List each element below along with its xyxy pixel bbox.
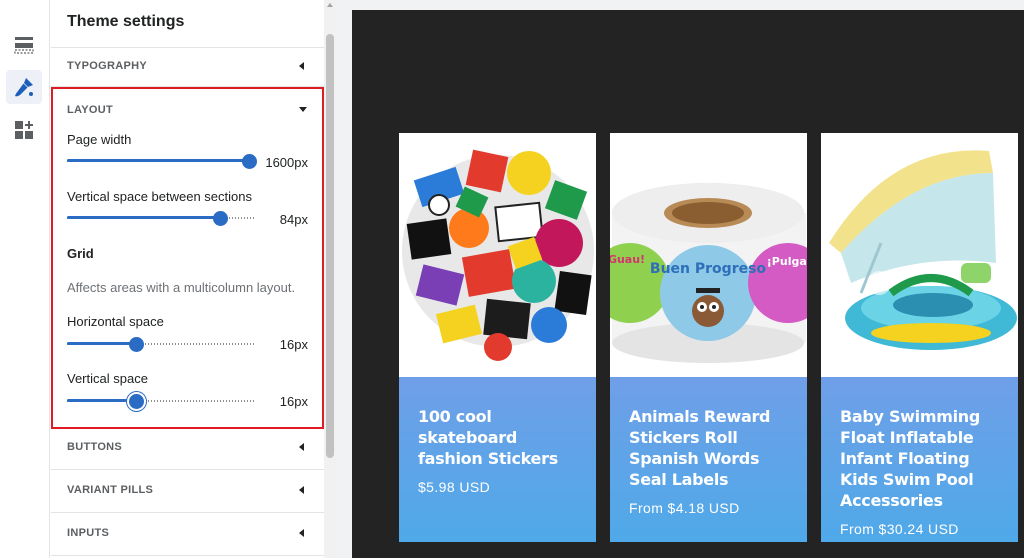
product-card[interactable]: 100 cool skateboard fashion Stickers $5.…: [399, 133, 596, 542]
sticker-roll-text: ¡Guau!: [610, 253, 645, 266]
theme-settings-brush-icon: [15, 78, 33, 97]
caret-left-icon: [299, 486, 304, 494]
caret-left-icon: [299, 529, 304, 537]
app-embeds-button[interactable]: [6, 113, 42, 147]
product-image-stickers: [399, 133, 596, 377]
section-typography-label: TYPOGRAPHY: [67, 60, 148, 72]
slider-thumb[interactable]: [129, 337, 144, 352]
page-width-label: Page width: [67, 132, 132, 147]
horizontal-space-slider[interactable]: [67, 337, 255, 352]
sticker-roll-text: Buen Progreso: [650, 261, 767, 277]
vertical-space-slider[interactable]: [67, 394, 255, 409]
store-preview: 100 cool skateboard fashion Stickers $5.…: [352, 10, 1024, 558]
slider-fill: [67, 342, 138, 345]
grid-heading: Grid: [67, 246, 94, 261]
product-title[interactable]: Baby Swimming Float Inflatable Infant Fl…: [840, 406, 999, 511]
slider-fill: [67, 216, 225, 219]
slider-fill: [67, 399, 138, 402]
section-variant-pills-label: VARIANT PILLS: [67, 484, 154, 496]
section-layout-label[interactable]: LAYOUT: [67, 104, 113, 116]
product-card[interactable]: Buen Progreso ¡Guau! ¡Pulgar! Animals Re…: [610, 133, 807, 542]
sections-button[interactable]: [6, 28, 42, 62]
horizontal-space-value: 16px: [279, 337, 308, 352]
editor-icon-rail: [0, 0, 50, 558]
horizontal-space-label: Horizontal space: [67, 314, 164, 329]
product-price: From $4.18 USD: [629, 500, 740, 516]
sticker-roll-text: ¡Pulgar!: [767, 255, 807, 268]
slider-thumb[interactable]: [129, 394, 144, 409]
product-title[interactable]: 100 cool skateboard fashion Stickers: [418, 406, 577, 469]
section-variant-pills[interactable]: VARIANT PILLS: [51, 470, 324, 513]
slider-thumb[interactable]: [242, 154, 257, 169]
page-width-slider[interactable]: [67, 154, 257, 169]
grid-help-text: Affects areas with a multicolumn layout.: [67, 280, 296, 295]
page-width-value: 1600px: [265, 155, 308, 170]
section-typography[interactable]: TYPOGRAPHY: [51, 44, 324, 87]
product-title[interactable]: Animals Reward Stickers Roll Spanish Wor…: [629, 406, 788, 490]
product-info: 100 cool skateboard fashion Stickers $5.…: [399, 377, 596, 542]
panel-title: Theme settings: [51, 0, 324, 48]
slider-thumb[interactable]: [213, 211, 228, 226]
theme-settings-panel: Theme settings TYPOGRAPHY LAYOUT Page wi…: [51, 0, 324, 558]
section-buttons-label: BUTTONS: [67, 441, 123, 453]
vertical-space-value: 16px: [279, 394, 308, 409]
panel-scrollbar[interactable]: [324, 0, 336, 558]
product-price: From $30.24 USD: [840, 521, 959, 537]
product-info: Animals Reward Stickers Roll Spanish Wor…: [610, 377, 807, 542]
vertical-space-label: Vertical space: [67, 371, 148, 386]
product-price: $5.98 USD: [418, 479, 491, 495]
theme-settings-button[interactable]: [6, 70, 42, 104]
section-inputs-label: INPUTS: [67, 527, 110, 539]
product-info: Baby Swimming Float Inflatable Infant Fl…: [821, 377, 1018, 542]
app-embeds-icon: [15, 121, 33, 139]
product-card[interactable]: Baby Swimming Float Inflatable Infant Fl…: [821, 133, 1018, 542]
scrollbar-thumb[interactable]: [326, 34, 334, 458]
sections-icon: [14, 37, 34, 54]
caret-down-icon[interactable]: [299, 107, 307, 112]
slider-fill: [67, 159, 255, 162]
section-inputs[interactable]: INPUTS: [51, 513, 324, 556]
vertical-space-sections-slider[interactable]: [67, 211, 255, 226]
theme-editor: Theme settings TYPOGRAPHY LAYOUT Page wi…: [0, 0, 1024, 558]
caret-left-icon: [299, 443, 304, 451]
product-image-swim-float: [821, 133, 1018, 377]
vertical-space-sections-value: 84px: [279, 212, 308, 227]
caret-left-icon: [299, 62, 304, 70]
scroll-up-arrow-icon[interactable]: [327, 3, 333, 7]
vertical-space-sections-label: Vertical space between sections: [67, 189, 252, 204]
product-image-sticker-roll: Buen Progreso ¡Guau! ¡Pulgar!: [610, 133, 807, 377]
section-buttons[interactable]: BUTTONS: [51, 427, 324, 470]
